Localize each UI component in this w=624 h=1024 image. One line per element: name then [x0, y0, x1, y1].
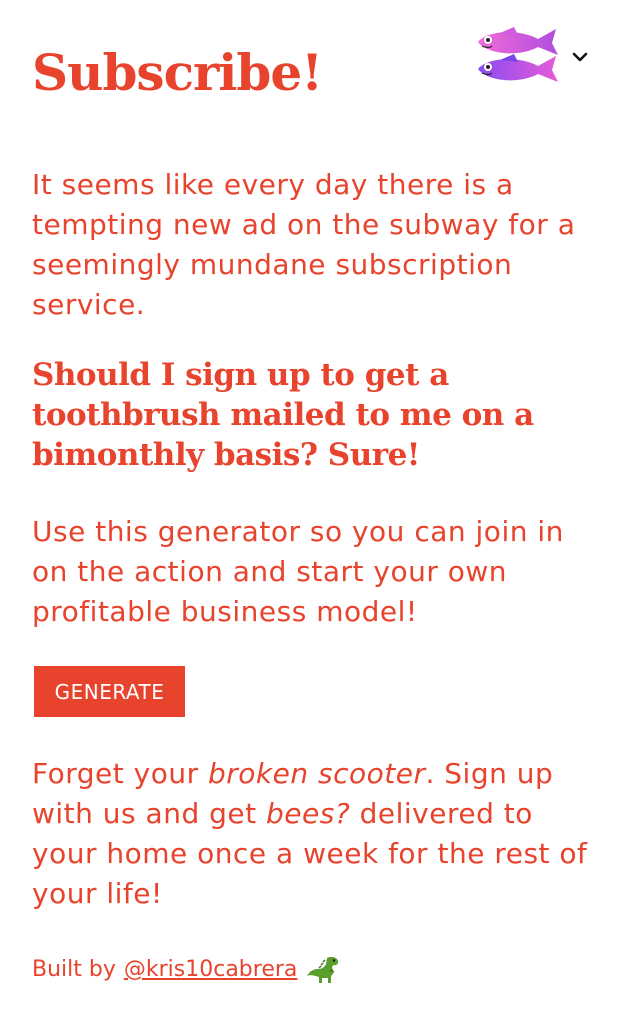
intro-paragraph: It seems like every day there is a tempt…	[32, 168, 576, 321]
result-new-item: bees?	[266, 797, 351, 830]
result-old-item: broken scooter	[208, 757, 426, 790]
footer: Built by @kris10cabrera	[32, 952, 343, 988]
account-menu[interactable]	[474, 22, 594, 92]
result-text-1: Forget your	[32, 757, 208, 790]
footer-built-by: Built by	[32, 957, 116, 982]
generate-button[interactable]: GENERATE	[34, 666, 185, 717]
question-heading: Should I sign up to get a toothbrush mai…	[32, 357, 534, 473]
call-to-action-paragraph: Use this generator so you can join in on…	[32, 515, 564, 628]
chevron-down-icon[interactable]	[572, 51, 588, 63]
generated-result: Forget your broken scooter. Sign up with…	[32, 754, 602, 914]
author-link[interactable]: @kris10cabrera	[124, 952, 298, 988]
dinosaur-icon	[307, 957, 339, 983]
page-title: Subscribe!	[32, 43, 323, 102]
pisces-fish-icon	[478, 27, 558, 82]
